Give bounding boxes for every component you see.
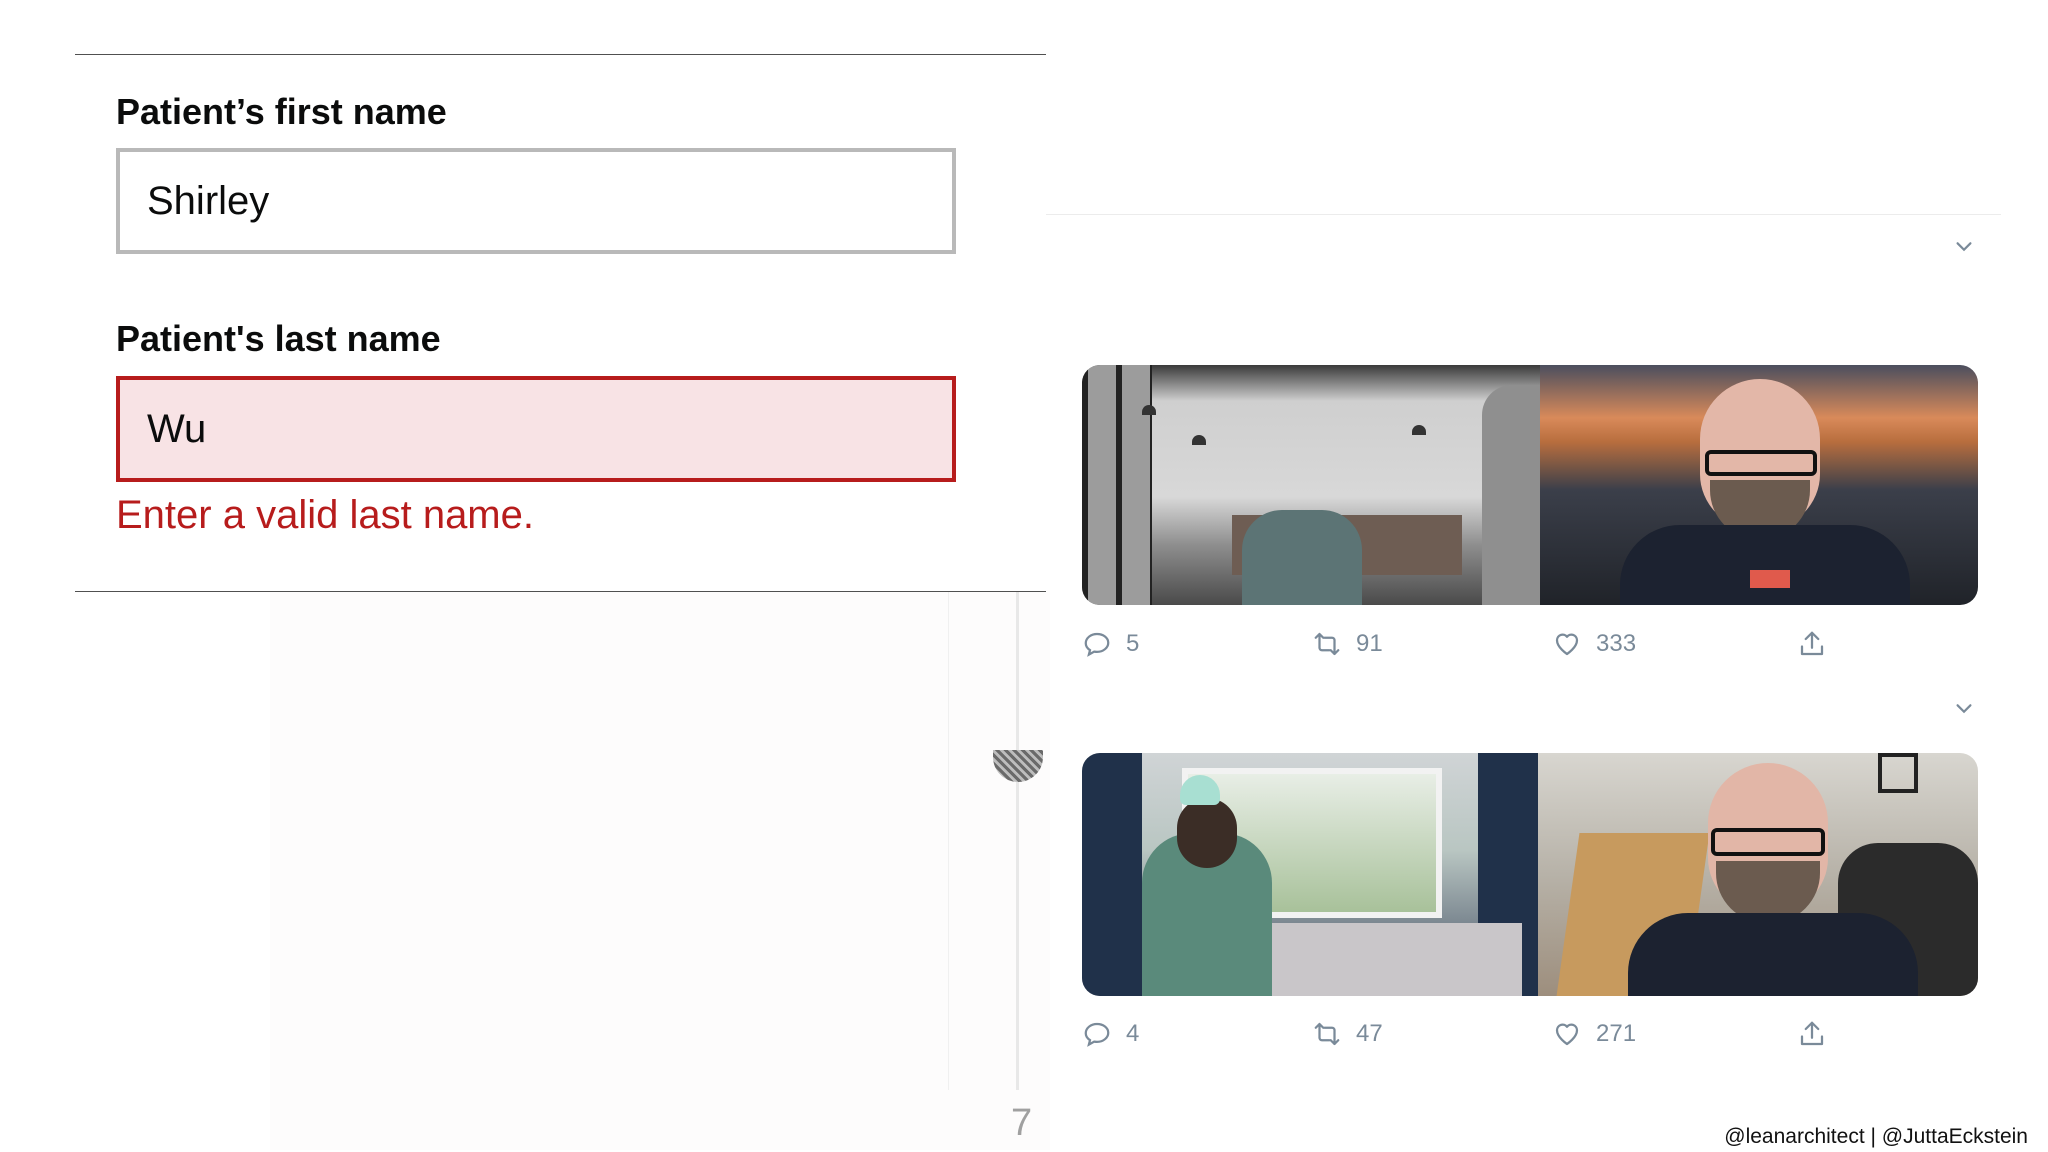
- last-name-input[interactable]: Wu: [116, 376, 956, 482]
- reply-count: 5: [1126, 630, 1140, 657]
- first-name-value: Shirley: [147, 178, 270, 223]
- video-frame: [1538, 753, 1978, 996]
- share-icon: [1800, 631, 1824, 656]
- like-button[interactable]: 333: [1552, 626, 1636, 662]
- like-count: 333: [1596, 630, 1637, 657]
- background-panel: [270, 590, 1050, 1150]
- reply-icon: [1084, 632, 1110, 657]
- last-name-value: Wu: [147, 406, 207, 451]
- retweet-count: 91: [1356, 630, 1383, 657]
- chevron-down-icon[interactable]: [1953, 236, 1975, 258]
- last-name-error-message: Enter a valid last name.: [116, 493, 534, 537]
- video-frame: [1082, 365, 1540, 605]
- reply-count: 4: [1126, 1020, 1140, 1047]
- footer-credit: @leanarchitect | @JuttaEckstein: [1724, 1125, 2028, 1148]
- retweet-button[interactable]: 91: [1312, 626, 1383, 662]
- share-icon: [1800, 1021, 1824, 1046]
- share-button[interactable]: [1797, 626, 1827, 662]
- tweet-actions: 4 47 271: [1082, 1016, 1982, 1052]
- retweet-icon: [1314, 632, 1340, 656]
- thread-line: [1016, 590, 1019, 1090]
- chevron-down-icon[interactable]: [1953, 698, 1975, 720]
- share-button[interactable]: [1797, 1016, 1827, 1052]
- reply-icon: [1084, 1022, 1110, 1047]
- last-name-label: Patient's last name: [116, 318, 441, 359]
- like-button[interactable]: 271: [1552, 1016, 1636, 1052]
- page-number: 7: [1011, 1102, 1033, 1144]
- first-name-label: Patient’s first name: [116, 91, 447, 132]
- video-frame: [1082, 753, 1538, 996]
- first-name-input[interactable]: Shirley: [116, 148, 956, 254]
- retweet-button[interactable]: 47: [1312, 1016, 1383, 1052]
- tweet-media[interactable]: [1082, 753, 1978, 996]
- reply-button[interactable]: 4: [1082, 1016, 1139, 1052]
- patient-form: Patient’s first name Shirley Patient's l…: [75, 54, 1046, 592]
- tweet-media[interactable]: [1082, 365, 1978, 605]
- video-frame: [1540, 365, 1978, 605]
- divider: [948, 590, 949, 1090]
- heart-icon: [1555, 1023, 1579, 1046]
- retweet-count: 47: [1356, 1020, 1383, 1047]
- like-count: 271: [1596, 1020, 1637, 1047]
- tweet-divider: [1046, 214, 2001, 215]
- reply-button[interactable]: 5: [1082, 626, 1139, 662]
- tweet-actions: 5 91 333: [1082, 626, 1982, 662]
- heart-icon: [1555, 633, 1579, 656]
- retweet-icon: [1314, 1022, 1340, 1046]
